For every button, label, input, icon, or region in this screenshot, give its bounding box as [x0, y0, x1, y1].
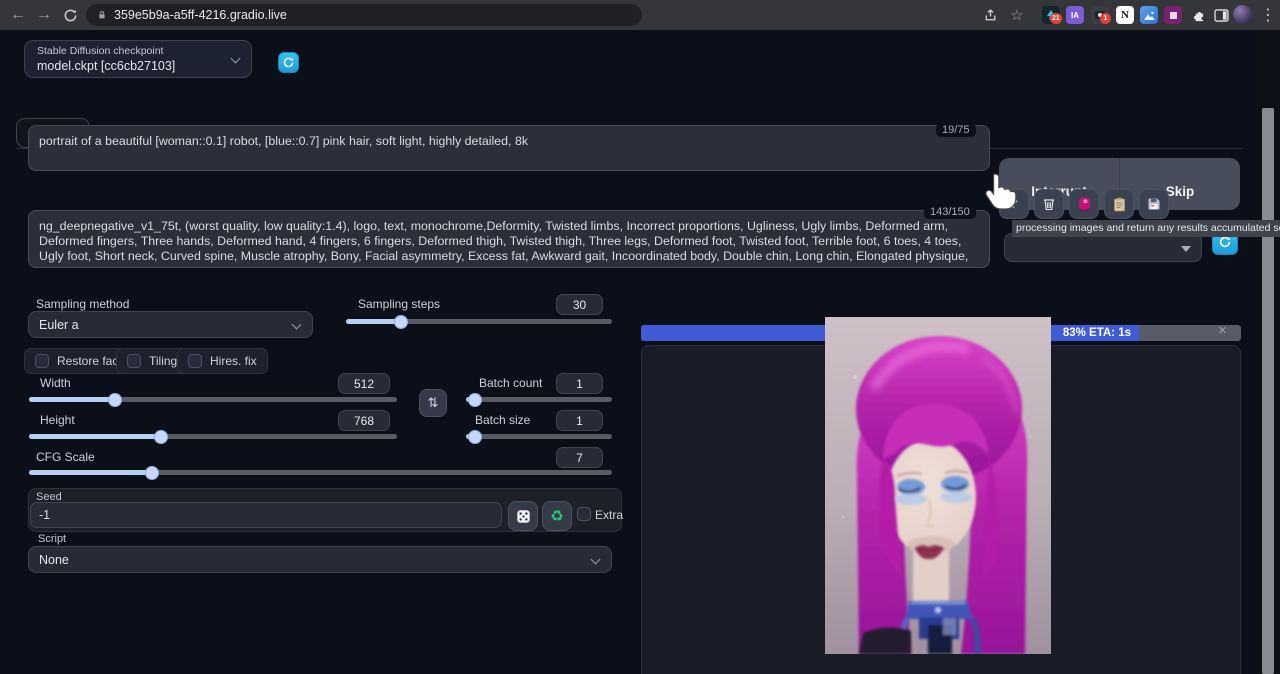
cfg-scale-label: CFG Scale: [36, 450, 95, 464]
bookmark-star-icon[interactable]: ☆: [1005, 0, 1029, 30]
sampling-steps-label: Sampling steps: [358, 297, 440, 311]
batch-size-value[interactable]: 1: [556, 410, 603, 431]
cfg-scale-value[interactable]: 7: [556, 447, 603, 468]
batch-count-value[interactable]: 1: [556, 373, 603, 394]
browser-menu-icon[interactable]: ⋮: [1256, 0, 1280, 30]
cfg-scale-slider[interactable]: [29, 470, 612, 475]
screen: ← → 359e5b9a-a5ff-4216.gradio.live ☆ 21 …: [0, 0, 1280, 674]
webui-page: Stable Diffusion checkpoint model.ckpt […: [0, 30, 1280, 674]
script-dropdown[interactable]: None: [28, 546, 612, 573]
hires-fix-checkbox[interactable]: Hires. fix: [177, 348, 268, 374]
batch-count-slider[interactable]: [466, 397, 612, 402]
mouse-cursor-icon: [984, 172, 1018, 210]
checkpoint-value: model.ckpt [cc6cb27103]: [37, 59, 175, 73]
share-icon[interactable]: [978, 0, 1002, 30]
batch-size-label: Batch size: [475, 413, 530, 427]
width-value[interactable]: 512: [338, 373, 390, 394]
clear-prompt-trash-button[interactable]: [1034, 189, 1064, 219]
seed-input[interactable]: -1: [30, 502, 502, 528]
batch-size-slider[interactable]: [466, 434, 612, 439]
height-label: Height: [40, 413, 75, 427]
script-label: Script: [38, 533, 66, 545]
scrollbar-thumb[interactable]: [1262, 108, 1274, 674]
width-label: Width: [40, 376, 71, 390]
sampling-method-label: Sampling method: [36, 297, 129, 311]
extension-camera-badge: 1: [1100, 13, 1111, 24]
negative-prompt-text: ng_deepnegative_v1_75t, (worst quality, …: [39, 219, 968, 268]
seed-extra-checkbox[interactable]: [577, 507, 591, 521]
reuse-seed-recycle-button[interactable]: ♻: [542, 501, 572, 531]
sampling-steps-value[interactable]: 30: [556, 294, 603, 315]
sampling-method-value: Euler a: [39, 318, 79, 332]
width-slider[interactable]: [29, 397, 397, 402]
extension-purple-icon[interactable]: [1164, 6, 1182, 24]
seed-value: -1: [39, 508, 50, 522]
slider-knob[interactable]: [108, 393, 122, 407]
negative-prompt-textarea[interactable]: ng_deepnegative_v1_75t, (worst quality, …: [28, 210, 990, 268]
slider-knob[interactable]: [394, 315, 408, 329]
checkbox-icon[interactable]: [188, 354, 202, 368]
browser-toolbar: ← → 359e5b9a-a5ff-4216.gradio.live ☆ 21 …: [0, 0, 1280, 30]
forward-icon[interactable]: →: [32, 0, 56, 30]
checkpoint-dropdown[interactable]: Stable Diffusion checkpoint model.ckpt […: [24, 40, 252, 78]
slider-knob[interactable]: [468, 393, 482, 407]
slider-knob[interactable]: [145, 466, 159, 480]
checkbox-icon[interactable]: [35, 354, 49, 368]
seed-extra-label: Extra: [595, 508, 623, 522]
site-lock-icon: [96, 8, 108, 22]
close-preview-icon[interactable]: ×: [1218, 322, 1227, 339]
extra-networks-palette-button[interactable]: [1069, 189, 1099, 219]
back-icon[interactable]: ←: [6, 0, 30, 30]
batch-count-label: Batch count: [479, 376, 542, 390]
extension-notion-icon[interactable]: N: [1116, 6, 1134, 24]
scrollbar-track[interactable]: [1256, 30, 1280, 674]
slider-knob[interactable]: [468, 430, 482, 444]
swap-dimensions-button[interactable]: ⇅: [419, 389, 447, 417]
caret-down-icon: [1181, 246, 1191, 252]
apply-styles-clipboard-button[interactable]: [1104, 189, 1134, 219]
prompt-text: portrait of a beautiful [woman::0.1] rob…: [39, 134, 528, 148]
progress-text: 83% ETA: 1s: [1063, 327, 1131, 339]
chevron-down-icon: [292, 319, 302, 329]
negative-prompt-counter: 143/150: [924, 205, 976, 219]
extension-ia-icon[interactable]: IA: [1066, 6, 1084, 24]
generated-image[interactable]: [825, 317, 1051, 654]
script-value: None: [39, 553, 69, 567]
profile-avatar[interactable]: [1233, 5, 1252, 24]
skip-label: Skip: [1166, 184, 1195, 199]
checkpoint-label: Stable Diffusion checkpoint: [37, 45, 163, 57]
tiling-label: Tiling: [149, 354, 177, 368]
slider-knob[interactable]: [154, 430, 168, 444]
skip-button[interactable]: Skip: [1120, 158, 1240, 210]
prompt-counter: 19/75: [936, 123, 976, 137]
checkpoint-refresh-button[interactable]: [278, 52, 299, 73]
reload-icon[interactable]: [58, 0, 82, 30]
hires-fix-label: Hires. fix: [210, 354, 257, 368]
extension-teal-badge: 21: [1050, 13, 1062, 24]
styles-dropdown[interactable]: [1004, 233, 1202, 262]
chevron-down-icon: [591, 554, 601, 564]
checkbox-icon[interactable]: [127, 354, 141, 368]
random-seed-dice-button[interactable]: [508, 501, 538, 531]
sampling-method-dropdown[interactable]: Euler a: [28, 311, 313, 338]
extension-image-icon[interactable]: [1140, 6, 1158, 24]
chevron-down-icon: [231, 54, 241, 64]
prompt-textarea[interactable]: portrait of a beautiful [woman::0.1] rob…: [28, 125, 990, 171]
height-slider[interactable]: [29, 434, 397, 439]
sampling-steps-slider[interactable]: [346, 319, 612, 324]
side-panel-icon[interactable]: [1209, 0, 1233, 30]
skip-tooltip: processing images and return any results…: [1012, 220, 1280, 237]
url-text: 359e5b9a-a5ff-4216.gradio.live: [114, 8, 287, 22]
height-value[interactable]: 768: [338, 410, 390, 431]
extensions-puzzle-icon[interactable]: [1186, 0, 1210, 30]
address-bar[interactable]: 359e5b9a-a5ff-4216.gradio.live: [86, 4, 642, 26]
save-style-floppy-button[interactable]: [1139, 189, 1169, 219]
